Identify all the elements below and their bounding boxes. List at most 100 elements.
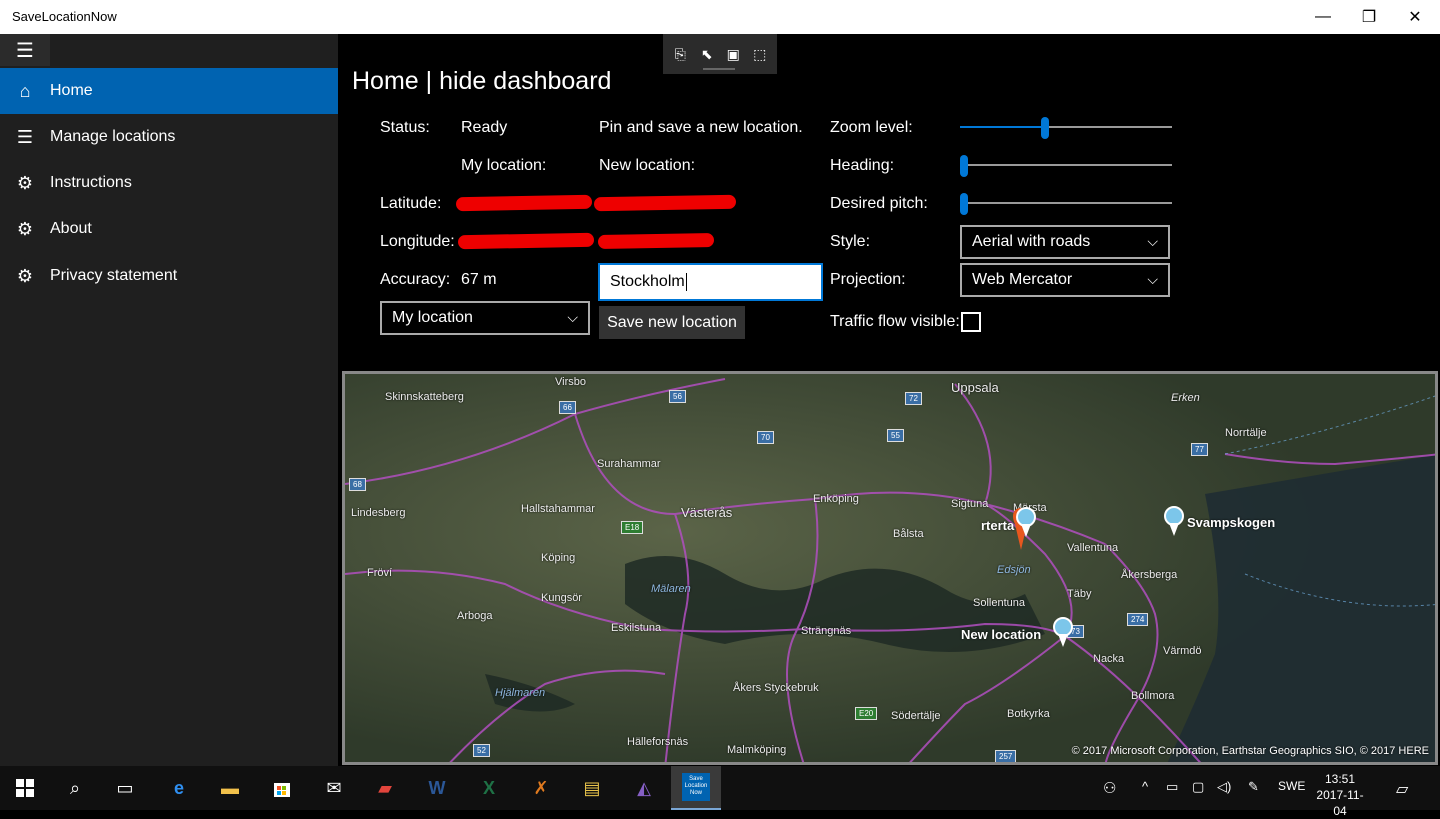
new-location-label: New location: — [599, 157, 696, 174]
toolbar-grip[interactable] — [703, 68, 735, 70]
start-button[interactable] — [0, 766, 50, 810]
store-icon[interactable] — [257, 766, 307, 810]
style-select-value: Aerial with roads — [972, 233, 1091, 250]
sidebar-item-about[interactable]: ⚙ About — [0, 206, 338, 252]
close-button[interactable]: ✕ — [1392, 0, 1438, 34]
sidebar-item-privacy-statement[interactable]: ⚙ Privacy statement — [0, 253, 338, 299]
road-shield: 68 — [349, 478, 366, 491]
pin-hint: Pin and save a new location. — [599, 119, 803, 136]
map-label-erken: Erken — [1171, 392, 1200, 404]
map-label-arboga: Arboga — [457, 610, 493, 622]
network-icon[interactable]: ▢ — [1192, 779, 1204, 795]
main-content: ⎘ ⬉ ▣ ⬚ Home | hide dashboard Status: Re… — [338, 34, 1440, 766]
maximize-button[interactable]: ❐ — [1346, 0, 1392, 34]
status-label: Status: — [380, 119, 430, 136]
minimize-button[interactable]: — — [1300, 0, 1346, 34]
sidebar-item-label: Privacy statement — [50, 267, 178, 284]
longitude-label: Longitude: — [380, 233, 455, 250]
map-label-hallstahammar: Hallstahammar — [521, 503, 595, 515]
text-cursor — [685, 273, 687, 291]
slider-thumb[interactable] — [1040, 117, 1049, 139]
style-select[interactable]: Aerial with roads ⌵ — [960, 225, 1170, 259]
zoom-slider[interactable] — [960, 117, 1172, 139]
battery-icon[interactable]: ▭ — [1166, 779, 1178, 795]
gear-icon: ⚙ — [16, 218, 34, 239]
layout-adorner-icon[interactable]: ▣ — [722, 46, 744, 63]
chevron-down-icon: ⌵ — [1147, 233, 1158, 249]
latitude-label: Latitude: — [380, 195, 442, 212]
sidebar-item-label: Instructions — [50, 174, 132, 191]
map-view[interactable]: Uppsala Virsbo Skinnskatteberg Surahamma… — [342, 371, 1438, 765]
save-new-location-button[interactable]: Save new location — [599, 306, 745, 339]
debug-toolbar: ⎘ ⬉ ▣ ⬚ — [663, 34, 777, 74]
xamarin-icon[interactable]: ✗ — [516, 766, 566, 810]
new-location-input[interactable]: Stockholm — [598, 263, 823, 301]
pushpin-icon[interactable] — [1163, 506, 1185, 538]
map-label-hjalmaren: Hjälmaren — [495, 687, 546, 699]
heading-slider[interactable] — [960, 155, 1172, 177]
word-icon[interactable]: W — [412, 766, 462, 810]
clock-time: 13:51 — [1324, 772, 1356, 786]
edge-browser-icon[interactable]: e — [154, 766, 204, 810]
style-label: Style: — [830, 233, 871, 250]
taskbar: ⌕ ▭ e ▬ ✉ ▰ W X ✗ ▤ ◭ Save Location Now … — [0, 766, 1440, 818]
status-value: Ready — [461, 119, 508, 136]
road-shield: E18 — [621, 521, 644, 534]
language-indicator[interactable]: SWE — [1278, 779, 1305, 793]
map-label-botkyrka: Botkyrka — [1007, 708, 1050, 720]
acrobat-icon[interactable]: ▰ — [360, 766, 410, 810]
slider-thumb[interactable] — [960, 155, 968, 177]
volume-icon[interactable]: ◁) — [1217, 779, 1231, 795]
slider-fill — [960, 126, 1045, 128]
pitch-label: Desired pitch: — [830, 195, 928, 212]
map-label-balsta: Bålsta — [893, 528, 924, 540]
hamburger-menu-button[interactable]: ☰ — [0, 34, 50, 66]
pen-icon[interactable]: ✎ — [1248, 779, 1259, 795]
traffic-label: Traffic flow visible: — [830, 313, 960, 330]
heading-label: Heading: — [830, 157, 895, 174]
track-focus-icon[interactable]: ⬚ — [749, 46, 771, 63]
sidebar-item-home[interactable]: ⌂ Home — [0, 68, 338, 114]
location-select-value: My location — [392, 309, 473, 326]
pushpin-icon[interactable] — [1052, 617, 1074, 649]
select-element-icon[interactable]: ⬉ — [696, 46, 718, 63]
chevron-down-icon: ⌵ — [567, 309, 578, 325]
excel-icon[interactable]: X — [464, 766, 514, 810]
people-icon[interactable]: ⚇ — [1103, 779, 1116, 797]
page-title[interactable]: Home | hide dashboard — [352, 67, 611, 96]
map-label-sigtuna: Sigtuna — [951, 498, 989, 510]
pushpin-icon[interactable] — [1015, 507, 1037, 539]
task-view-icon[interactable]: ▭ — [100, 766, 150, 810]
map-label-surahammar: Surahammar — [597, 458, 661, 470]
chevron-up-icon[interactable]: ^ — [1142, 779, 1148, 794]
store-bag-icon — [274, 783, 290, 797]
mail-icon[interactable]: ✉ — [309, 766, 359, 810]
map-label-frovi: Fröví — [367, 567, 393, 579]
slider-thumb[interactable] — [960, 193, 968, 215]
sidebar-item-manage-locations[interactable]: ☰ Manage locations — [0, 114, 338, 160]
map-label-akers-styckebruk: Åkers Styckebruk — [733, 682, 819, 694]
location-select[interactable]: My location ⌵ — [380, 301, 590, 335]
map-label-akersberga: Åkersberga — [1121, 569, 1178, 581]
map-label-vasteras: Västerås — [681, 505, 733, 520]
map-label-malmkoping: Malmköping — [727, 744, 787, 756]
map-label-eskilstuna: Eskilstuna — [611, 622, 662, 634]
map-label-sollentuna: Sollentuna — [973, 597, 1025, 609]
file-explorer-icon[interactable]: ▬ — [205, 766, 255, 810]
action-center-icon[interactable]: ▱ — [1396, 779, 1408, 799]
sidebar-item-instructions[interactable]: ⚙ Instructions — [0, 160, 338, 206]
traffic-checkbox[interactable] — [961, 312, 981, 332]
chevron-down-icon: ⌵ — [1147, 271, 1158, 287]
clock[interactable]: 13:51 2017-11-04 — [1312, 771, 1368, 819]
road-shield: 274 — [1127, 613, 1149, 626]
sidebar: ☰ ⌂ Home ☰ Manage locations ⚙ Instructio… — [0, 34, 338, 766]
visual-studio-icon[interactable]: ◭ — [619, 766, 669, 810]
build-tool-icon[interactable]: ▤ — [567, 766, 617, 810]
search-icon[interactable]: ⌕ — [50, 766, 100, 810]
savelocationnow-app-icon[interactable]: Save Location Now — [671, 766, 721, 810]
projection-select[interactable]: Web Mercator ⌵ — [960, 263, 1170, 297]
pitch-slider[interactable] — [960, 193, 1172, 215]
inspect-icon[interactable]: ⎘ — [669, 46, 691, 63]
road-shield: 66 — [559, 401, 576, 414]
map-label-vallentuna: Vallentuna — [1067, 542, 1119, 554]
